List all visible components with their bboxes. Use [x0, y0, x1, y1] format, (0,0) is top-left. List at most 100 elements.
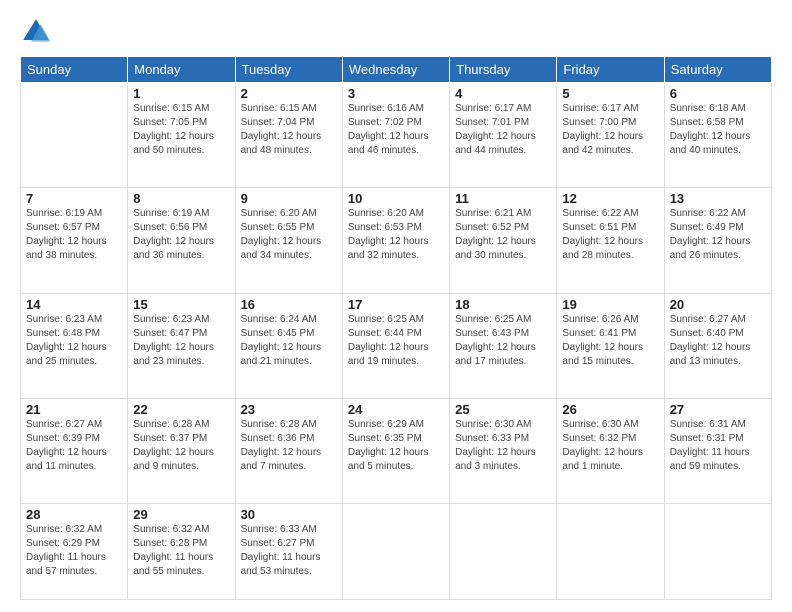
day-number: 18: [455, 297, 551, 312]
day-info: Sunrise: 6:23 AMSunset: 6:47 PMDaylight:…: [133, 313, 229, 369]
calendar-day-cell: 4Sunrise: 6:17 AMSunset: 7:01 PMDaylight…: [450, 83, 557, 188]
day-number: 28: [26, 507, 122, 522]
day-info: Sunrise: 6:23 AMSunset: 6:48 PMDaylight:…: [26, 313, 122, 369]
calendar-day-cell: 29Sunrise: 6:32 AMSunset: 6:28 PMDayligh…: [128, 504, 235, 600]
day-info: Sunrise: 6:22 AMSunset: 6:49 PMDaylight:…: [670, 207, 766, 263]
calendar-day-cell: 6Sunrise: 6:18 AMSunset: 6:58 PMDaylight…: [664, 83, 771, 188]
weekday-header: Thursday: [450, 57, 557, 83]
calendar-day-cell: 21Sunrise: 6:27 AMSunset: 6:39 PMDayligh…: [21, 398, 128, 503]
day-info: Sunrise: 6:17 AMSunset: 7:01 PMDaylight:…: [455, 102, 551, 158]
calendar-day-cell: 20Sunrise: 6:27 AMSunset: 6:40 PMDayligh…: [664, 293, 771, 398]
day-number: 15: [133, 297, 229, 312]
day-number: 24: [348, 402, 444, 417]
calendar-day-cell: 9Sunrise: 6:20 AMSunset: 6:55 PMDaylight…: [235, 188, 342, 293]
day-number: 12: [562, 191, 658, 206]
day-info: Sunrise: 6:15 AMSunset: 7:04 PMDaylight:…: [241, 102, 337, 158]
day-info: Sunrise: 6:15 AMSunset: 7:05 PMDaylight:…: [133, 102, 229, 158]
day-info: Sunrise: 6:27 AMSunset: 6:39 PMDaylight:…: [26, 418, 122, 474]
day-number: 25: [455, 402, 551, 417]
page-header: [20, 16, 772, 48]
day-info: Sunrise: 6:16 AMSunset: 7:02 PMDaylight:…: [348, 102, 444, 158]
day-info: Sunrise: 6:32 AMSunset: 6:29 PMDaylight:…: [26, 523, 122, 579]
calendar-day-cell: 22Sunrise: 6:28 AMSunset: 6:37 PMDayligh…: [128, 398, 235, 503]
day-info: Sunrise: 6:19 AMSunset: 6:56 PMDaylight:…: [133, 207, 229, 263]
day-number: 20: [670, 297, 766, 312]
day-info: Sunrise: 6:28 AMSunset: 6:37 PMDaylight:…: [133, 418, 229, 474]
day-info: Sunrise: 6:20 AMSunset: 6:53 PMDaylight:…: [348, 207, 444, 263]
logo-icon: [20, 16, 52, 48]
day-info: Sunrise: 6:24 AMSunset: 6:45 PMDaylight:…: [241, 313, 337, 369]
day-info: Sunrise: 6:28 AMSunset: 6:36 PMDaylight:…: [241, 418, 337, 474]
day-info: Sunrise: 6:26 AMSunset: 6:41 PMDaylight:…: [562, 313, 658, 369]
calendar-day-cell: 3Sunrise: 6:16 AMSunset: 7:02 PMDaylight…: [342, 83, 449, 188]
calendar-week-row: 28Sunrise: 6:32 AMSunset: 6:29 PMDayligh…: [21, 504, 772, 600]
day-info: Sunrise: 6:31 AMSunset: 6:31 PMDaylight:…: [670, 418, 766, 474]
day-info: Sunrise: 6:25 AMSunset: 6:44 PMDaylight:…: [348, 313, 444, 369]
day-info: Sunrise: 6:30 AMSunset: 6:32 PMDaylight:…: [562, 418, 658, 474]
calendar-day-cell: 10Sunrise: 6:20 AMSunset: 6:53 PMDayligh…: [342, 188, 449, 293]
day-info: Sunrise: 6:22 AMSunset: 6:51 PMDaylight:…: [562, 207, 658, 263]
calendar-day-cell: 18Sunrise: 6:25 AMSunset: 6:43 PMDayligh…: [450, 293, 557, 398]
day-number: 22: [133, 402, 229, 417]
calendar-day-cell: 1Sunrise: 6:15 AMSunset: 7:05 PMDaylight…: [128, 83, 235, 188]
weekday-header: Saturday: [664, 57, 771, 83]
weekday-header: Wednesday: [342, 57, 449, 83]
day-number: 6: [670, 86, 766, 101]
calendar-week-row: 14Sunrise: 6:23 AMSunset: 6:48 PMDayligh…: [21, 293, 772, 398]
calendar-day-cell: 24Sunrise: 6:29 AMSunset: 6:35 PMDayligh…: [342, 398, 449, 503]
day-info: Sunrise: 6:29 AMSunset: 6:35 PMDaylight:…: [348, 418, 444, 474]
day-number: 11: [455, 191, 551, 206]
calendar-day-cell: [664, 504, 771, 600]
day-number: 17: [348, 297, 444, 312]
day-number: 3: [348, 86, 444, 101]
day-info: Sunrise: 6:19 AMSunset: 6:57 PMDaylight:…: [26, 207, 122, 263]
day-number: 8: [133, 191, 229, 206]
calendar-day-cell: [342, 504, 449, 600]
calendar-day-cell: 7Sunrise: 6:19 AMSunset: 6:57 PMDaylight…: [21, 188, 128, 293]
day-info: Sunrise: 6:18 AMSunset: 6:58 PMDaylight:…: [670, 102, 766, 158]
day-number: 10: [348, 191, 444, 206]
calendar-day-cell: 23Sunrise: 6:28 AMSunset: 6:36 PMDayligh…: [235, 398, 342, 503]
weekday-header: Sunday: [21, 57, 128, 83]
weekday-header: Friday: [557, 57, 664, 83]
calendar-day-cell: 11Sunrise: 6:21 AMSunset: 6:52 PMDayligh…: [450, 188, 557, 293]
day-number: 13: [670, 191, 766, 206]
day-info: Sunrise: 6:27 AMSunset: 6:40 PMDaylight:…: [670, 313, 766, 369]
day-number: 19: [562, 297, 658, 312]
day-number: 4: [455, 86, 551, 101]
calendar-day-cell: 27Sunrise: 6:31 AMSunset: 6:31 PMDayligh…: [664, 398, 771, 503]
calendar-day-cell: 19Sunrise: 6:26 AMSunset: 6:41 PMDayligh…: [557, 293, 664, 398]
day-info: Sunrise: 6:32 AMSunset: 6:28 PMDaylight:…: [133, 523, 229, 579]
calendar-week-row: 1Sunrise: 6:15 AMSunset: 7:05 PMDaylight…: [21, 83, 772, 188]
day-info: Sunrise: 6:33 AMSunset: 6:27 PMDaylight:…: [241, 523, 337, 579]
calendar-day-cell: 25Sunrise: 6:30 AMSunset: 6:33 PMDayligh…: [450, 398, 557, 503]
day-number: 14: [26, 297, 122, 312]
day-info: Sunrise: 6:21 AMSunset: 6:52 PMDaylight:…: [455, 207, 551, 263]
day-number: 26: [562, 402, 658, 417]
day-number: 2: [241, 86, 337, 101]
day-number: 30: [241, 507, 337, 522]
day-info: Sunrise: 6:17 AMSunset: 7:00 PMDaylight:…: [562, 102, 658, 158]
day-number: 23: [241, 402, 337, 417]
calendar-day-cell: 14Sunrise: 6:23 AMSunset: 6:48 PMDayligh…: [21, 293, 128, 398]
logo: [20, 16, 56, 48]
day-number: 21: [26, 402, 122, 417]
calendar-day-cell: 15Sunrise: 6:23 AMSunset: 6:47 PMDayligh…: [128, 293, 235, 398]
calendar-week-row: 7Sunrise: 6:19 AMSunset: 6:57 PMDaylight…: [21, 188, 772, 293]
day-info: Sunrise: 6:25 AMSunset: 6:43 PMDaylight:…: [455, 313, 551, 369]
day-number: 16: [241, 297, 337, 312]
day-number: 1: [133, 86, 229, 101]
day-number: 9: [241, 191, 337, 206]
day-info: Sunrise: 6:30 AMSunset: 6:33 PMDaylight:…: [455, 418, 551, 474]
calendar-header-row: SundayMondayTuesdayWednesdayThursdayFrid…: [21, 57, 772, 83]
calendar-day-cell: [557, 504, 664, 600]
calendar-day-cell: 13Sunrise: 6:22 AMSunset: 6:49 PMDayligh…: [664, 188, 771, 293]
weekday-header: Monday: [128, 57, 235, 83]
calendar-day-cell: 12Sunrise: 6:22 AMSunset: 6:51 PMDayligh…: [557, 188, 664, 293]
day-info: Sunrise: 6:20 AMSunset: 6:55 PMDaylight:…: [241, 207, 337, 263]
calendar-day-cell: [450, 504, 557, 600]
day-number: 5: [562, 86, 658, 101]
calendar-day-cell: 17Sunrise: 6:25 AMSunset: 6:44 PMDayligh…: [342, 293, 449, 398]
calendar-day-cell: [21, 83, 128, 188]
day-number: 27: [670, 402, 766, 417]
